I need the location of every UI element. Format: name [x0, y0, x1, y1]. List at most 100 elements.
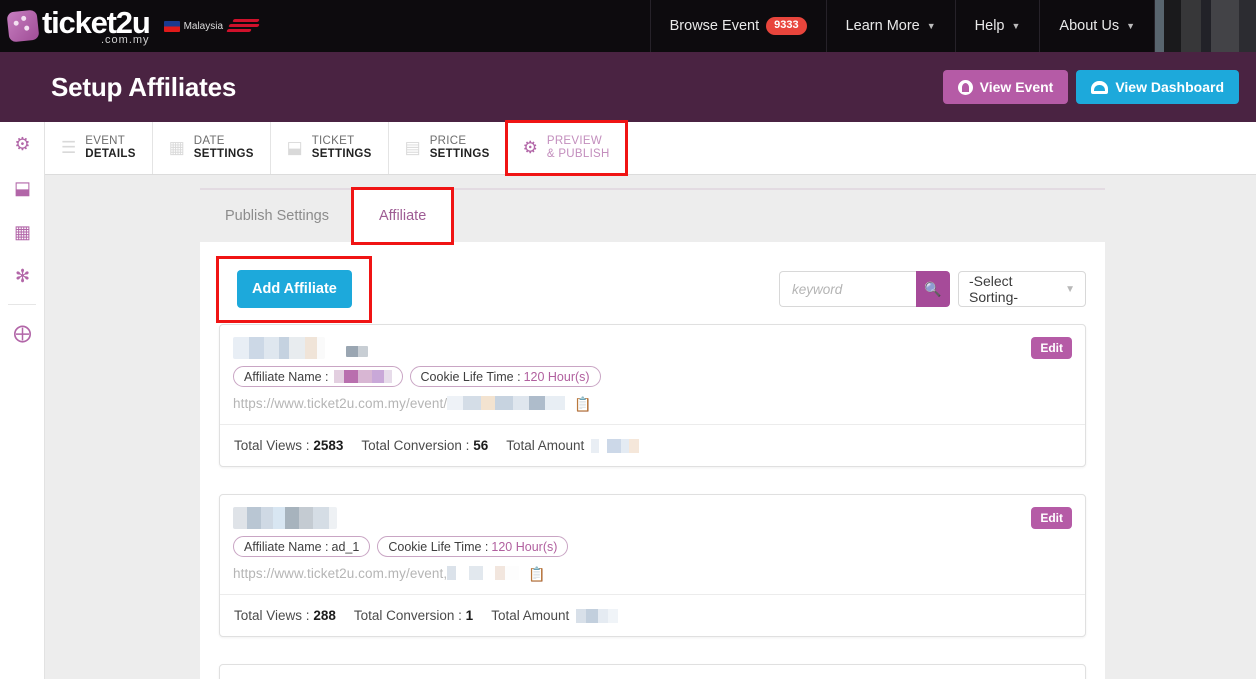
tab-preview-publish[interactable]: ⚙ PREVIEW & PUBLISH	[504, 120, 628, 176]
nav-about-us[interactable]: About Us ▼	[1039, 0, 1154, 52]
app-page: ticket2u .com.my Malaysia Browse Event 9…	[0, 0, 1256, 679]
tab-event-details-line1: EVENT	[85, 135, 126, 148]
affiliate-url-suffix-redacted	[447, 566, 520, 580]
total-amount-label: Total Amount	[491, 608, 570, 623]
tab-affiliate[interactable]: Affiliate	[350, 187, 455, 245]
add-affiliate-button[interactable]: Add Affiliate	[237, 269, 352, 308]
affiliate-name-pill: Affiliate Name :	[233, 366, 403, 387]
sidebar-item-calendar[interactable]: ▦	[0, 210, 45, 254]
tab-preview-publish-line1: PREVIEW	[546, 135, 602, 148]
view-event-label: View Event	[979, 79, 1054, 95]
nav-help[interactable]: Help ▼	[954, 0, 1040, 52]
list-icon: ☰	[61, 138, 77, 157]
tab-event-details[interactable]: ☰ EVENT DETAILS	[45, 122, 153, 174]
brand-name: ticket2u	[42, 4, 151, 40]
locale-label: Malaysia	[183, 20, 224, 32]
edit-affiliate-button[interactable]: Edit	[1031, 507, 1072, 529]
nav-learn-more[interactable]: Learn More ▼	[825, 0, 955, 52]
sidebar-item-promo[interactable]: ✻	[0, 254, 45, 298]
sun-icon: ✻	[14, 265, 31, 286]
sort-dropdown[interactable]: -Select Sorting- ▼	[958, 271, 1086, 307]
total-views-label: Total Views :	[234, 608, 310, 623]
affiliate-name-label: Affiliate Name :	[244, 539, 329, 554]
event-title-redacted	[233, 507, 337, 529]
locale-selector[interactable]: Malaysia	[163, 18, 261, 34]
page-header: Setup Affiliates View Event View Dashboa…	[0, 52, 1256, 122]
view-dashboard-button[interactable]: View Dashboard	[1076, 70, 1239, 104]
total-conversion-label: Total Conversion :	[361, 438, 470, 453]
affiliate-card	[219, 664, 1086, 679]
total-amount-stat: Total Amount	[491, 608, 619, 623]
total-amount-value-redacted	[591, 439, 640, 453]
ticket-icon: ⬓	[286, 138, 303, 157]
chevron-down-icon: ▼	[926, 21, 936, 31]
top-nav-menu: Browse Event 9333 Learn More ▼ Help ▼ Ab…	[649, 0, 1256, 52]
globe-icon	[957, 79, 973, 95]
view-event-button[interactable]: View Event	[942, 70, 1069, 104]
sidebar-item-add[interactable]: ⨁	[0, 311, 45, 355]
affiliate-meta-pills: Affiliate Name : Cookie Life Time : 120 …	[233, 366, 1071, 387]
sidebar-item-tickets[interactable]: ⬓	[0, 166, 45, 210]
tab-price-settings[interactable]: ▤ PRICE SETTINGS	[389, 122, 507, 174]
brand-logo[interactable]: ticket2u .com.my	[0, 4, 151, 46]
tab-price-settings-line1: PRICE	[429, 135, 467, 148]
tab-date-settings-line1: DATE	[193, 135, 225, 148]
flag-icon	[163, 20, 180, 32]
total-conversion-value: 1	[465, 608, 474, 623]
affiliate-card-list: Affiliate Name : Cookie Life Time : 120 …	[219, 324, 1086, 679]
page-header-actions: View Event View Dashboard	[942, 70, 1239, 104]
tab-date-settings[interactable]: ▦ DATE SETTINGS	[153, 122, 271, 174]
gear-icon: ⚙	[522, 138, 538, 157]
event-subtitle-redacted	[346, 346, 368, 357]
copy-icon[interactable]: 📋	[574, 397, 591, 411]
wizard-tab-strip: ☰ EVENT DETAILS ▦ DATE SETTINGS ⬓ TICKET…	[45, 120, 1256, 176]
search-box: 🔍	[779, 271, 950, 307]
user-account-area[interactable]	[1154, 0, 1256, 52]
chevron-down-icon: ▼	[1011, 21, 1021, 31]
total-conversion-label: Total Conversion :	[353, 608, 462, 623]
tab-price-settings-line2: SETTINGS	[429, 148, 490, 160]
tab-ticket-settings[interactable]: ⬓ TICKET SETTINGS	[271, 122, 389, 174]
nav-browse-event-label: Browse Event	[669, 18, 760, 34]
view-dashboard-label: View Dashboard	[1115, 79, 1224, 95]
total-views-label: Total Views :	[234, 438, 310, 453]
affiliate-url-suffix-redacted	[447, 396, 566, 410]
cookie-life-time-label: Cookie Life Time :	[420, 369, 521, 384]
search-input[interactable]	[779, 271, 916, 307]
affiliate-name-value-redacted	[333, 370, 392, 383]
affiliate-panel-body: Add Affiliate 🔍 -Select Sorting- ▼	[200, 242, 1105, 679]
page-title: Setup Affiliates	[51, 71, 237, 102]
sidebar-divider	[8, 304, 36, 305]
search-button[interactable]: 🔍	[916, 271, 950, 307]
calendar-icon: ▦	[13, 221, 31, 242]
affiliate-card-stats: Total Views : 2583 Total Conversion : 56…	[220, 424, 1085, 466]
panel-tab-row: Publish Settings Affiliate	[200, 187, 1105, 245]
edit-affiliate-button[interactable]: Edit	[1031, 337, 1072, 359]
search-icon: 🔍	[924, 280, 942, 297]
content-area: Publish Settings Affiliate Add Affiliate…	[45, 175, 1256, 679]
tab-ticket-settings-line1: TICKET	[311, 135, 355, 148]
nav-help-label: Help	[974, 18, 1005, 34]
total-amount-value-redacted	[576, 609, 619, 623]
affiliate-url: https://www.ticket2u.com.my/event,	[233, 566, 520, 581]
plus-circle-icon: ⨁	[13, 322, 32, 343]
total-views-stat: Total Views : 288	[234, 608, 336, 623]
affiliate-url-row: https://www.ticket2u.com.my/event, 📋	[233, 566, 1071, 581]
sidebar-item-settings[interactable]: ⚙	[0, 122, 45, 166]
affiliate-url-base: https://www.ticket2u.com.my/event,	[233, 566, 448, 581]
tab-event-details-line2: DETAILS	[85, 148, 136, 160]
gear-icon: ⚙	[14, 133, 31, 154]
affiliate-name-value: ad_1	[331, 539, 360, 554]
tab-ticket-settings-line2: SETTINGS	[311, 148, 372, 160]
browse-event-count-badge: 9333	[766, 17, 807, 35]
chevron-down-icon: ▼	[1126, 21, 1135, 31]
nav-browse-event[interactable]: Browse Event 9333	[649, 0, 826, 52]
affiliate-card: Affiliate Name : Cookie Life Time : 120 …	[219, 324, 1086, 467]
affiliate-toolbar: Add Affiliate 🔍 -Select Sorting- ▼	[216, 255, 1086, 323]
affiliate-card-stats: Total Views : 288 Total Conversion : 1 T…	[220, 594, 1085, 636]
cookie-life-time-pill: Cookie Life Time : 120 Hour(s)	[377, 536, 569, 557]
copy-icon[interactable]: 📋	[528, 567, 545, 581]
swoosh-icon	[226, 18, 261, 34]
tab-date-settings-line2: SETTINGS	[193, 148, 254, 160]
tab-publish-settings[interactable]: Publish Settings	[200, 190, 354, 242]
